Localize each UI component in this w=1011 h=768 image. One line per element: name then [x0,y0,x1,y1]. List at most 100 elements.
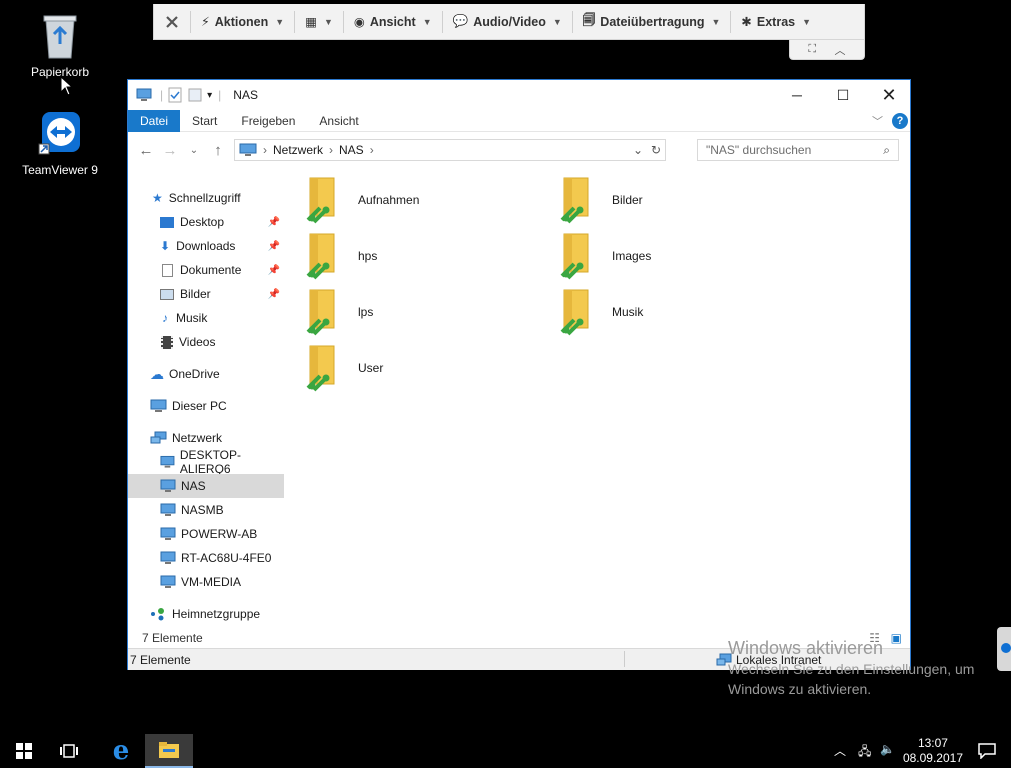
computer-icon [136,88,152,101]
folder-item[interactable]: Images [560,228,800,284]
folder-item[interactable]: lps [306,284,546,340]
sidebar-item-desktop-alierq6[interactable]: DESKTOP-ALIERQ6 [128,448,284,476]
file-explorer-button[interactable] [145,734,193,768]
folder-name: User [358,361,384,375]
task-view-button[interactable] [45,734,93,768]
task-view-icon [60,744,78,758]
cloud-icon: ☁ [150,365,164,382]
caret-down-icon: ▼ [422,16,432,27]
desktop-icon [160,216,174,228]
lightning-icon: ⚡ [201,15,210,29]
edge-browser-button[interactable]: e [97,734,145,768]
refresh-icon[interactable]: ↻ [651,143,661,157]
sidebar-item-dieser-pc[interactable]: Dieser PC [128,394,284,418]
search-icon[interactable]: ⌕ [883,143,890,158]
chevron-up-icon[interactable]: ︿ [834,742,846,759]
breadcrumb-netzwerk[interactable]: Netzwerk [273,143,323,157]
tab-datei[interactable]: Datei [128,109,181,132]
folder-item[interactable]: Aufnahmen [306,172,546,228]
chevron-right-icon: › [369,143,374,157]
properties-icon[interactable] [167,87,183,103]
desktop-icon-recycle-bin[interactable]: Papierkorb [15,12,105,79]
pin-icon[interactable]: 📌 [268,241,280,252]
status-count: 7 Elemente [130,652,191,667]
homegroup-icon [151,608,164,621]
pin-icon[interactable]: 📌 [268,289,280,300]
desktop-icon-teamviewer[interactable]: TeamViewer 9 [15,110,105,177]
address-dropdown-icon[interactable]: ⌄ [633,143,643,157]
recycle-bin-icon [43,15,77,59]
close-session-button[interactable] [154,4,190,39]
help-icon[interactable]: ? [892,113,908,129]
up-button[interactable]: ↑ [206,142,230,159]
windows-menu[interactable]: ▦ ▼ [295,4,343,39]
sidebar-item-musik[interactable]: ♪ Musik [128,306,284,330]
disconnect-icon [166,15,178,28]
recent-locations-icon[interactable]: ⌄ [182,145,206,156]
sidebar-item-downloads[interactable]: ⬇ Downloads 📌 [128,234,284,258]
clock[interactable]: 13:07 08.09.2017 [903,736,963,766]
network-tray-icon[interactable]: 🖧 [858,742,871,763]
sidebar-item-nasmb[interactable]: NASMB [128,498,284,522]
file-transfer-menu[interactable]: 🗐 Dateiübertragung ▼ [573,4,731,39]
sidebar-item-label: Heimnetzgruppe [172,607,261,621]
action-center-button[interactable] [963,734,1011,768]
address-bar[interactable]: › Netzwerk › NAS › ⌄ ↻ [234,139,666,161]
maximize-button[interactable]: ☐ [820,80,866,110]
search-placeholder: "NAS" durchsuchen [706,143,812,157]
extras-menu[interactable]: ✱ Extras ▼ [731,4,821,39]
shared-folder-icon [306,177,335,224]
tab-ansicht[interactable]: Ansicht [307,110,370,132]
tab-start[interactable]: Start [180,110,229,132]
shared-folder-icon [560,289,589,336]
eye-icon: ◉ [353,15,365,29]
volume-muted-icon[interactable]: 🔈 [880,742,895,756]
folder-item[interactable]: hps [306,228,546,284]
actions-menu[interactable]: ⚡ Aktionen ▼ [191,4,294,39]
audio-video-label: Audio/Video [473,14,546,29]
folder-name: Aufnahmen [358,193,420,207]
view-menu[interactable]: ◉ Ansicht ▼ [344,4,442,39]
teamviewer-side-panel-tab[interactable] [997,627,1011,671]
sidebar-item-vm-media[interactable]: VM-MEDIA [128,570,284,594]
pc-icon [150,399,167,412]
folder-item[interactable]: User [306,340,546,396]
sidebar-item-heimnetzgruppe[interactable]: Heimnetzgruppe [128,602,284,626]
breadcrumb-nas[interactable]: NAS [339,143,364,157]
chevron-right-icon: › [263,143,267,157]
search-input[interactable]: "NAS" durchsuchen ⌕ [697,139,899,161]
pin-icon[interactable]: 📌 [268,217,280,228]
tab-freigeben[interactable]: Freigeben [229,110,307,132]
watermark-title: Windows aktivieren [728,638,884,658]
sidebar-item-schnellzugriff[interactable]: ★ Schnellzugriff [128,186,284,210]
new-folder-icon[interactable] [187,87,203,103]
chevron-up-icon[interactable]: ︿ [835,42,846,58]
mouse-cursor-icon [60,76,74,96]
expand-ribbon-icon[interactable]: ﹀ [872,113,883,129]
video-icon [161,335,173,349]
sidebar-item-netzwerk[interactable]: Netzwerk [128,426,284,450]
sidebar-item-onedrive[interactable]: ☁ OneDrive [128,362,284,386]
watermark-line: Windows zu aktivieren. [728,681,872,697]
audio-video-menu[interactable]: 💬 Audio/Video ▼ [443,4,572,39]
sidebar-item-bilder[interactable]: Bilder 📌 [128,282,284,306]
sidebar-item-nas[interactable]: NAS [128,474,284,498]
sidebar-item-rt-ac68u[interactable]: RT-AC68U-4FE0 [128,546,284,570]
quick-access-dropdown-icon[interactable]: ▾ [207,90,212,101]
sidebar-item-videos[interactable]: Videos [128,330,284,354]
sidebar-item-label: OneDrive [169,367,220,381]
pin-icon[interactable]: 📌 [268,265,280,276]
folder-item[interactable]: Musik [560,284,800,340]
file-list: Aufnahmen Bilder hps Images lps Musik Us… [284,168,910,628]
back-button[interactable]: ← [134,142,158,159]
folder-item[interactable]: Bilder [560,172,800,228]
maximize-icon: ☐ [836,86,850,103]
start-button[interactable] [0,734,48,768]
close-button[interactable]: ✕ [866,80,912,110]
minimize-button[interactable]: ─ [774,80,820,110]
sidebar-item-desktop[interactable]: Desktop 📌 [128,210,284,234]
sidebar-item-powerw-ab[interactable]: POWERW-AB [128,522,284,546]
forward-button[interactable]: → [158,142,182,159]
sidebar-item-dokumente[interactable]: Dokumente 📌 [128,258,284,282]
fullscreen-icon[interactable]: ⛶ [808,43,816,56]
